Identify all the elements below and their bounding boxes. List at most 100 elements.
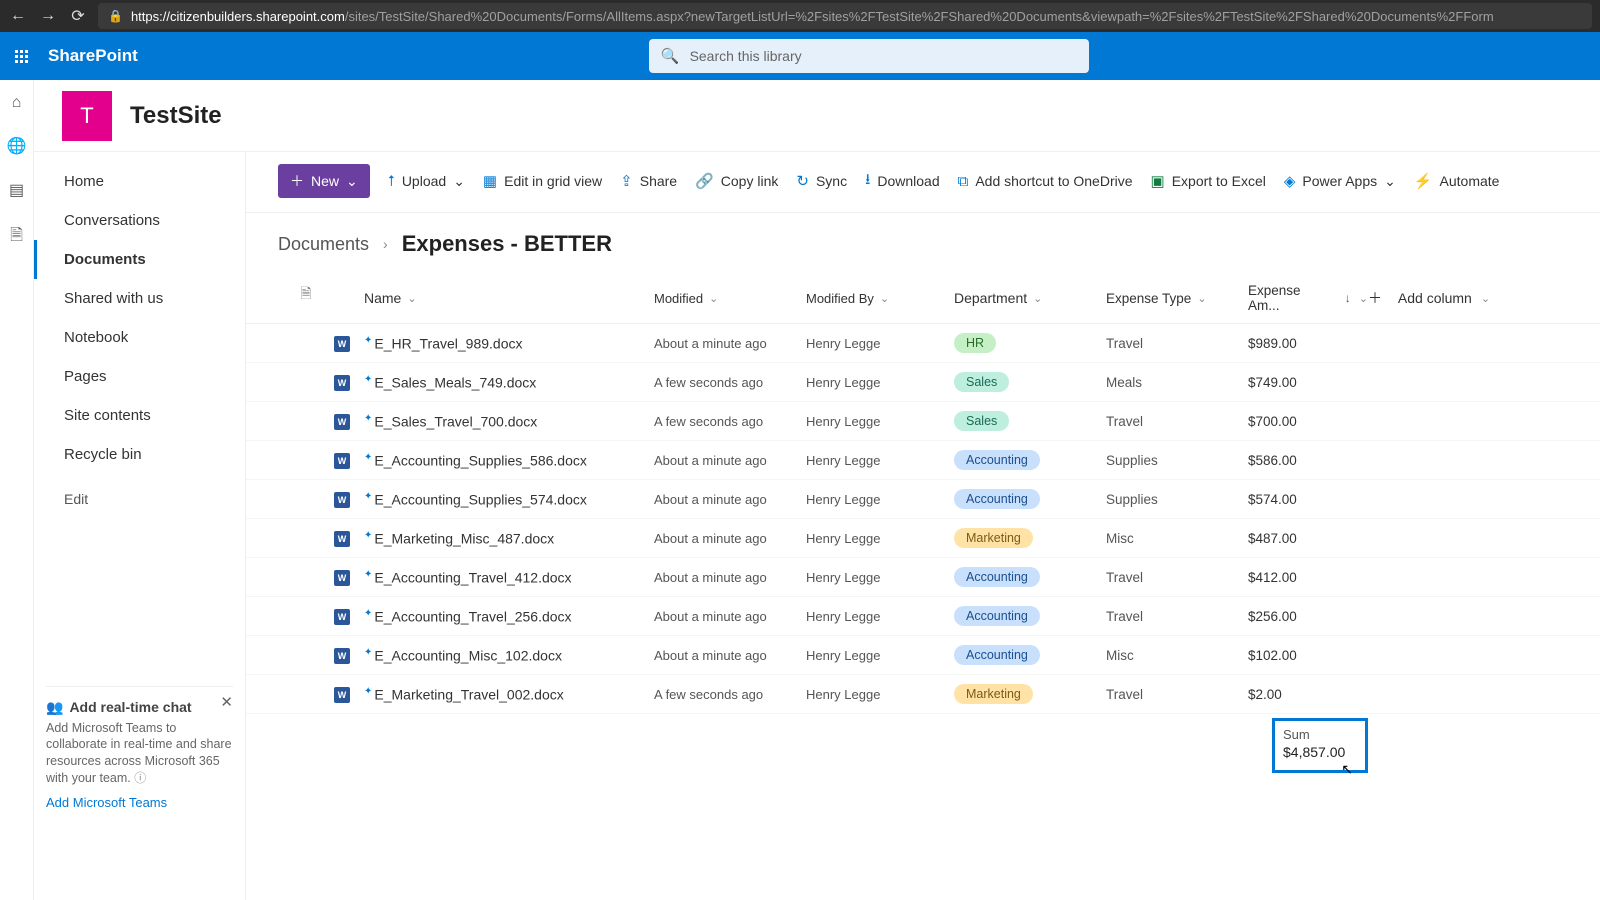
search-icon: 🔍 <box>661 47 680 65</box>
reload-icon[interactable]: ⟳ <box>68 6 88 26</box>
table-row[interactable]: W✦E_Accounting_Misc_102.docxAbout a minu… <box>246 636 1600 675</box>
globe-icon[interactable]: 🌐 <box>7 136 27 156</box>
site-header: T TestSite <box>34 80 1600 152</box>
modified-by-cell[interactable]: Henry Legge <box>806 609 954 624</box>
file-name[interactable]: E_HR_Travel_989.docx <box>374 335 522 351</box>
nav-item-shared-with-us[interactable]: Shared with us <box>34 279 245 318</box>
expense-type-cell: Misc <box>1106 531 1248 546</box>
promo-title: Add real-time chat <box>69 699 191 715</box>
col-expense-amount[interactable]: Expense Am...↓⌄ <box>1248 283 1368 313</box>
col-modified[interactable]: Modified⌄ <box>654 283 806 313</box>
news-icon[interactable]: ▤ <box>9 180 24 200</box>
modified-by-cell[interactable]: Henry Legge <box>806 375 954 390</box>
edit-grid-button[interactable]: ▦Edit in grid view <box>483 172 602 190</box>
modified-cell: About a minute ago <box>654 336 806 351</box>
modified-by-cell[interactable]: Henry Legge <box>806 570 954 585</box>
nav-edit-link[interactable]: Edit <box>34 480 245 518</box>
search-input[interactable]: 🔍 Search this library <box>649 39 1089 73</box>
word-doc-icon: W <box>334 570 350 586</box>
nav-item-notebook[interactable]: Notebook <box>34 318 245 357</box>
file-name[interactable]: E_Accounting_Supplies_586.docx <box>374 452 587 468</box>
col-name[interactable]: Name⌄ <box>364 283 654 313</box>
nav-item-home[interactable]: Home <box>34 162 245 201</box>
nav-item-documents[interactable]: Documents <box>34 240 245 279</box>
expense-amount-cell: $256.00 <box>1248 609 1368 624</box>
app-rail: ⌂ 🌐 ▤ 🗎 <box>0 80 34 900</box>
left-navigation: HomeConversationsDocumentsShared with us… <box>34 152 246 900</box>
file-name[interactable]: E_Accounting_Misc_102.docx <box>374 647 562 663</box>
file-name[interactable]: E_Accounting_Travel_256.docx <box>374 608 571 624</box>
expense-amount-cell: $412.00 <box>1248 570 1368 585</box>
sum-label: Sum <box>1283 727 1357 742</box>
file-name[interactable]: E_Accounting_Supplies_574.docx <box>374 491 587 507</box>
share-button[interactable]: ⇪Share <box>620 172 677 190</box>
col-modified-by[interactable]: Modified By⌄ <box>806 283 954 313</box>
table-row[interactable]: W✦E_Marketing_Travel_002.docxA few secon… <box>246 675 1600 714</box>
modified-cell: About a minute ago <box>654 609 806 624</box>
file-name[interactable]: E_Sales_Travel_700.docx <box>374 413 537 429</box>
nav-item-pages[interactable]: Pages <box>34 357 245 396</box>
download-button[interactable]: ⭳Download <box>865 169 940 194</box>
modified-by-cell[interactable]: Henry Legge <box>806 453 954 468</box>
info-icon[interactable]: ⓘ <box>134 771 146 785</box>
power-apps-button[interactable]: ◈Power Apps⌄ <box>1284 172 1396 190</box>
home-icon[interactable]: ⌂ <box>12 94 22 112</box>
file-name[interactable]: E_Marketing_Travel_002.docx <box>374 686 563 702</box>
word-doc-icon: W <box>334 609 350 625</box>
close-icon[interactable]: ✕ <box>220 693 233 711</box>
modified-cell: About a minute ago <box>654 570 806 585</box>
modified-cell: A few seconds ago <box>654 687 806 702</box>
grid-icon: ▦ <box>483 172 497 190</box>
file-name[interactable]: E_Accounting_Travel_412.docx <box>374 569 571 585</box>
table-row[interactable]: W✦E_Sales_Meals_749.docxA few seconds ag… <box>246 363 1600 402</box>
modified-by-cell[interactable]: Henry Legge <box>806 336 954 351</box>
upload-button[interactable]: ⭡Upload⌄ <box>388 173 465 190</box>
expense-type-cell: Misc <box>1106 648 1248 663</box>
table-row[interactable]: W✦E_Accounting_Supplies_574.docxAbout a … <box>246 480 1600 519</box>
modified-by-cell[interactable]: Henry Legge <box>806 492 954 507</box>
col-department[interactable]: Department⌄ <box>954 283 1106 313</box>
new-button[interactable]: ＋New⌄ <box>278 164 370 198</box>
table-row[interactable]: W✦E_Marketing_Misc_487.docxAbout a minut… <box>246 519 1600 558</box>
modified-by-cell[interactable]: Henry Legge <box>806 648 954 663</box>
export-excel-button[interactable]: ▣Export to Excel <box>1151 172 1266 190</box>
automate-button[interactable]: ⚡Automate <box>1414 172 1500 190</box>
table-row[interactable]: W✦E_Accounting_Supplies_586.docxAbout a … <box>246 441 1600 480</box>
col-expense-type[interactable]: Expense Type⌄ <box>1106 283 1248 313</box>
files-icon[interactable]: 🗎 <box>10 224 23 251</box>
new-indicator-icon: ✦ <box>364 569 372 580</box>
modified-by-cell[interactable]: Henry Legge <box>806 414 954 429</box>
shortcut-button[interactable]: ⧉Add shortcut to OneDrive <box>958 173 1133 190</box>
department-pill: Accounting <box>954 489 1040 509</box>
nav-item-conversations[interactable]: Conversations <box>34 201 245 240</box>
table-row[interactable]: W ✦E_Accounting_Travel_412.docx About a mi… <box>246 558 1600 597</box>
site-title[interactable]: TestSite <box>130 102 222 130</box>
copy-link-button[interactable]: 🔗Copy link <box>695 172 778 190</box>
forward-icon[interactable]: → <box>38 7 58 25</box>
table-row[interactable]: W✦E_HR_Travel_989.docxAbout a minute ago… <box>246 324 1600 363</box>
site-logo[interactable]: T <box>62 91 112 141</box>
file-header-icon[interactable]: 🗎 <box>300 283 311 313</box>
app-launcher-icon[interactable] <box>4 39 38 73</box>
add-column-button[interactable]: ＋ Add column ⌄ <box>1368 283 1568 313</box>
table-row[interactable]: W✦E_Accounting_Travel_256.docxAbout a mi… <box>246 597 1600 636</box>
expense-type-cell: Supplies <box>1106 492 1248 507</box>
chevron-down-icon: ⌄ <box>880 292 889 305</box>
chevron-down-icon: ⌄ <box>1359 292 1368 305</box>
table-row[interactable]: W✦E_Sales_Travel_700.docxA few seconds a… <box>246 402 1600 441</box>
nav-item-recycle-bin[interactable]: Recycle bin <box>34 435 245 474</box>
modified-by-cell[interactable]: Henry Legge <box>806 531 954 546</box>
breadcrumb-parent[interactable]: Documents <box>278 234 369 255</box>
file-name[interactable]: E_Sales_Meals_749.docx <box>374 374 536 390</box>
nav-item-site-contents[interactable]: Site contents <box>34 396 245 435</box>
back-icon[interactable]: ← <box>8 7 28 25</box>
share-icon: ⇪ <box>620 172 633 190</box>
teams-icon: 👥 <box>46 699 63 716</box>
expense-amount-cell: $574.00 <box>1248 492 1368 507</box>
file-name[interactable]: E_Marketing_Misc_487.docx <box>374 530 554 546</box>
promo-link[interactable]: Add Microsoft Teams <box>46 795 167 810</box>
modified-by-cell[interactable]: Henry Legge <box>806 687 954 702</box>
sharepoint-brand[interactable]: SharePoint <box>48 46 138 66</box>
address-bar[interactable]: 🔒 https://citizenbuilders.sharepoint.com… <box>98 3 1592 29</box>
sync-button[interactable]: ↻Sync <box>796 172 847 190</box>
